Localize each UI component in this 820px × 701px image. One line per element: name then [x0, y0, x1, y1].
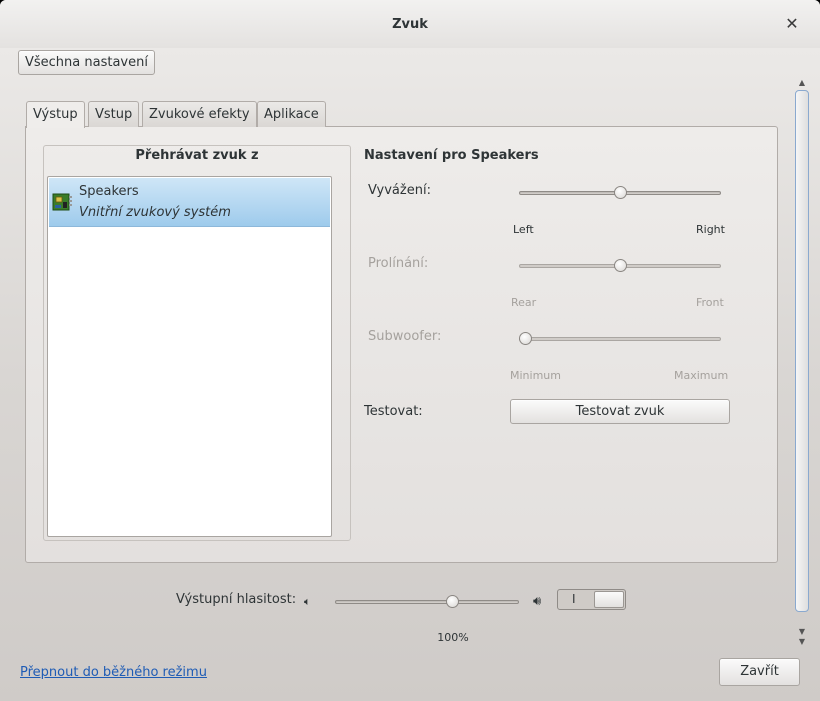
switch-mode-link[interactable]: Přepnout do běžného režimu [20, 665, 207, 680]
titlebar: Zvuk ✕ [0, 0, 820, 48]
tab-vstup[interactable]: Vstup [88, 101, 140, 127]
subwoofer-slider [519, 332, 721, 345]
output-volume-label: Výstupní hlasitost: [176, 592, 297, 607]
speaker-low-icon: 🔈︎ [304, 595, 311, 608]
close-icon[interactable]: ✕ [784, 16, 800, 32]
speaker-high-icon: 🔊︎ [533, 594, 542, 609]
output-volume-slider-knob[interactable] [446, 595, 459, 608]
close-button[interactable]: Zavřít [719, 658, 800, 686]
sound-card-icon [52, 193, 72, 211]
list-item[interactable]: Speakers Vnitřní zvukový systém [49, 178, 330, 227]
balance-slider[interactable] [519, 186, 721, 199]
mute-switch[interactable]: I [557, 589, 626, 610]
all-settings-button[interactable]: Všechna nastavení [18, 50, 155, 75]
output-volume-slider[interactable] [335, 595, 519, 608]
test-sound-button[interactable]: Testovat zvuk [510, 399, 730, 424]
vertical-scrollbar[interactable] [795, 90, 809, 612]
tab-zvukove-efekty[interactable]: Zvukové efekty [142, 101, 257, 127]
window-title: Zvuk [392, 17, 428, 32]
sound-window: Zvuk ✕ Všechna nastavení ▲ ▼ ▼ Výstup Vs… [0, 0, 820, 701]
settings-heading: Nastavení pro Speakers [364, 148, 539, 163]
switch-on-mark: I [572, 592, 576, 606]
volume-percent: 100% [437, 631, 469, 644]
subwoofer-label: Subwoofer: [368, 329, 442, 344]
fade-max-label: Front [696, 296, 724, 309]
test-label: Testovat: [364, 404, 423, 419]
subwoofer-slider-knob [519, 332, 532, 345]
device-name: Speakers [79, 184, 139, 199]
fade-min-label: Rear [511, 296, 537, 309]
balance-slider-knob[interactable] [614, 186, 627, 199]
scroll-up-icon[interactable]: ▲ [797, 79, 807, 87]
fade-slider [519, 259, 721, 272]
balance-max-label: Right [696, 223, 725, 236]
device-list[interactable]: Speakers Vnitřní zvukový systém [47, 176, 332, 537]
fade-slider-knob [614, 259, 627, 272]
tab-vystup[interactable]: Výstup [26, 101, 85, 128]
switch-handle[interactable] [594, 591, 624, 608]
play-from-heading: Přehrávat zvuk z [135, 148, 259, 163]
device-description: Vnitřní zvukový systém [79, 205, 231, 220]
subwoofer-min-label: Minimum [510, 369, 561, 382]
tab-aplikace[interactable]: Aplikace [257, 101, 326, 127]
subwoofer-max-label: Maximum [674, 369, 729, 382]
balance-label: Vyvážení: [368, 183, 431, 198]
balance-min-label: Left [513, 223, 534, 236]
fade-label: Prolínání: [368, 256, 429, 271]
